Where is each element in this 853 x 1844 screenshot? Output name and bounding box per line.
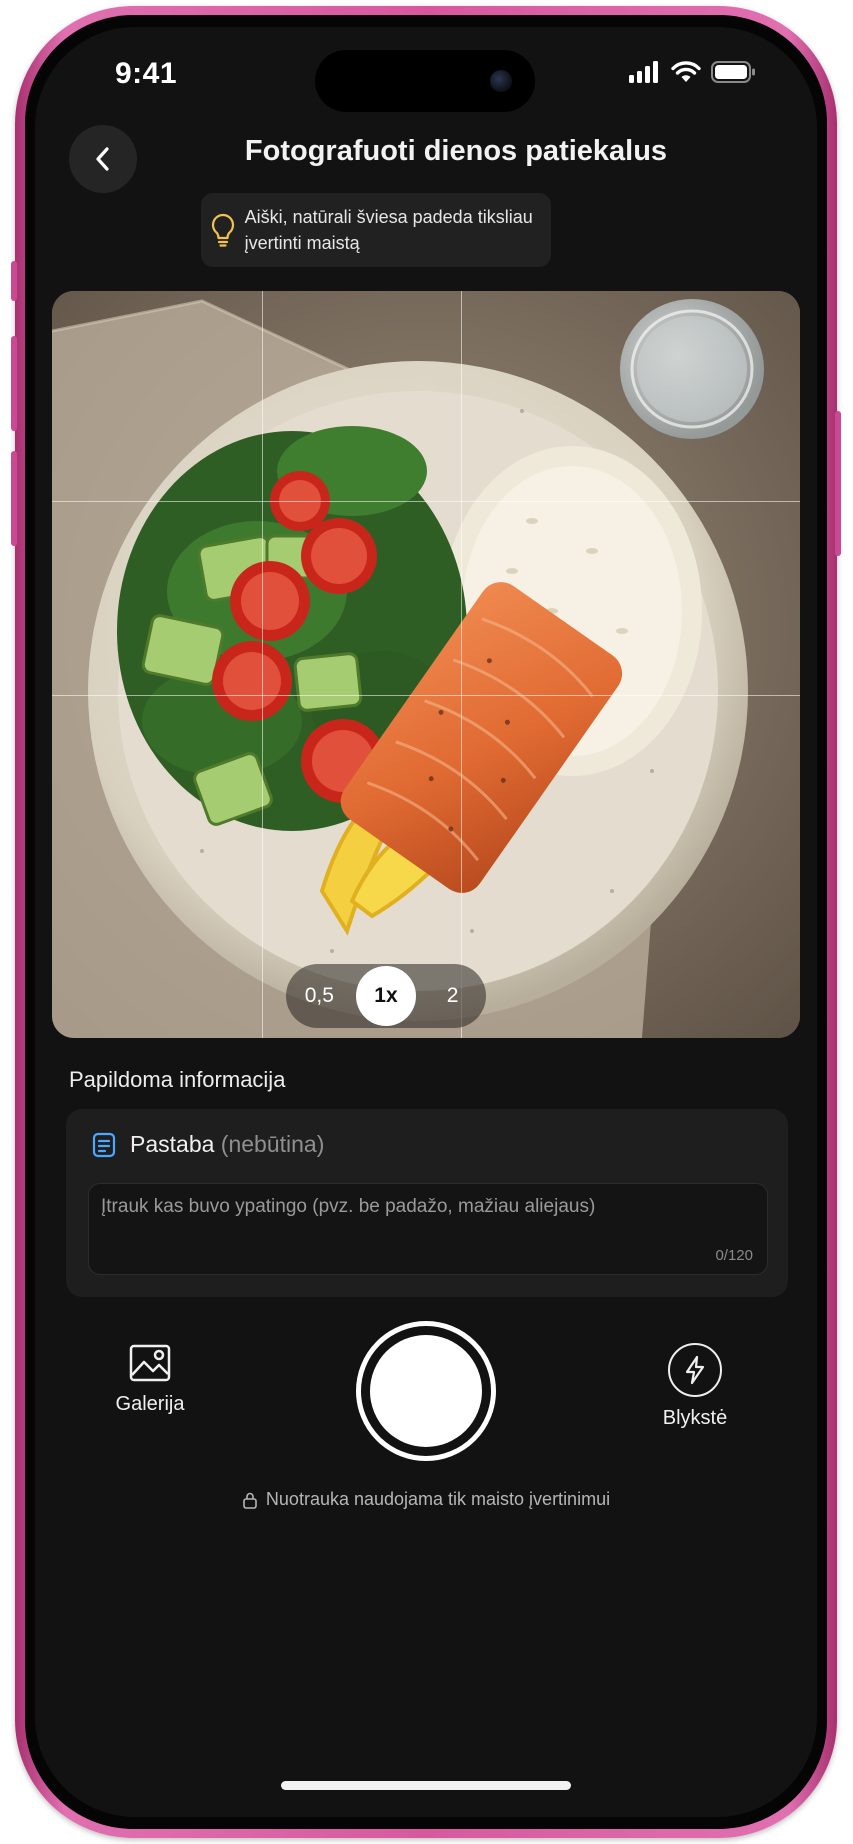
note-icon <box>92 1132 116 1157</box>
dynamic-island <box>315 50 535 112</box>
privacy-note: Nuotrauka naudojama tik maisto įvertinim… <box>35 1489 817 1510</box>
lightbulb-icon <box>211 213 234 247</box>
section-label: Papildoma informacija <box>69 1067 286 1092</box>
note-label: Pastaba <box>130 1131 215 1157</box>
image-icon <box>129 1344 171 1382</box>
flash-button[interactable]: Blykstė <box>640 1343 750 1430</box>
lightning-bolt-icon <box>685 1355 705 1385</box>
flash-icon-circle <box>668 1343 722 1397</box>
note-input[interactable] <box>99 1194 743 1238</box>
lock-icon <box>243 1492 257 1509</box>
battery-icon <box>711 61 755 83</box>
grid-line-v2 <box>461 291 462 1038</box>
note-header: Pastaba (nebūtina) <box>92 1131 324 1158</box>
note-input-box[interactable]: 0/120 <box>88 1183 768 1275</box>
grid-line-h1 <box>52 501 800 502</box>
zoom-option-2x[interactable]: 2 <box>423 966 483 1026</box>
power-button <box>835 411 841 556</box>
volume-up-button <box>11 336 17 431</box>
status-time: 9:41 <box>115 57 178 90</box>
mute-switch <box>11 261 17 301</box>
camera-viewfinder[interactable] <box>52 291 800 1038</box>
volume-down-button <box>11 451 17 546</box>
tip-text: Aiški, natūrali šviesa padeda tiksliau į… <box>244 207 533 253</box>
character-counter: 0/120 <box>715 1247 753 1264</box>
zoom-option-1x[interactable]: 1x <box>355 966 416 1026</box>
note-optional-label: (nebūtina) <box>220 1131 325 1157</box>
home-indicator[interactable] <box>281 1781 571 1790</box>
grid-line-v1 <box>262 291 263 1038</box>
wifi-icon <box>671 61 701 82</box>
gallery-button[interactable]: Galerija <box>95 1343 205 1416</box>
flash-label: Blykstė <box>662 1407 728 1429</box>
app-screen: 9:41 Fotografuoti dienos patiekalus Aišk… <box>35 27 817 1817</box>
shutter-inner <box>370 1335 482 1447</box>
status-icons <box>629 61 757 83</box>
zoom-option-0.5x[interactable]: 0,5 <box>289 966 349 1026</box>
privacy-text: Nuotrauka naudojama tik maisto įvertinim… <box>265 1489 611 1509</box>
cellular-signal-icon <box>629 61 658 83</box>
note-card: Pastaba (nebūtina) 0/120 <box>66 1109 788 1297</box>
food-photo <box>52 291 800 1038</box>
gallery-label: Galerija <box>115 1393 185 1415</box>
grid-line-h2 <box>52 695 800 696</box>
page-title: Fotografuoti dienos patiekalus <box>244 135 668 167</box>
front-camera <box>490 70 512 92</box>
lighting-tip: Aiški, natūrali šviesa padeda tiksliau į… <box>201 193 551 267</box>
zoom-selector: 0,5 1x 2 <box>286 964 486 1028</box>
shutter-button[interactable] <box>356 1321 496 1461</box>
